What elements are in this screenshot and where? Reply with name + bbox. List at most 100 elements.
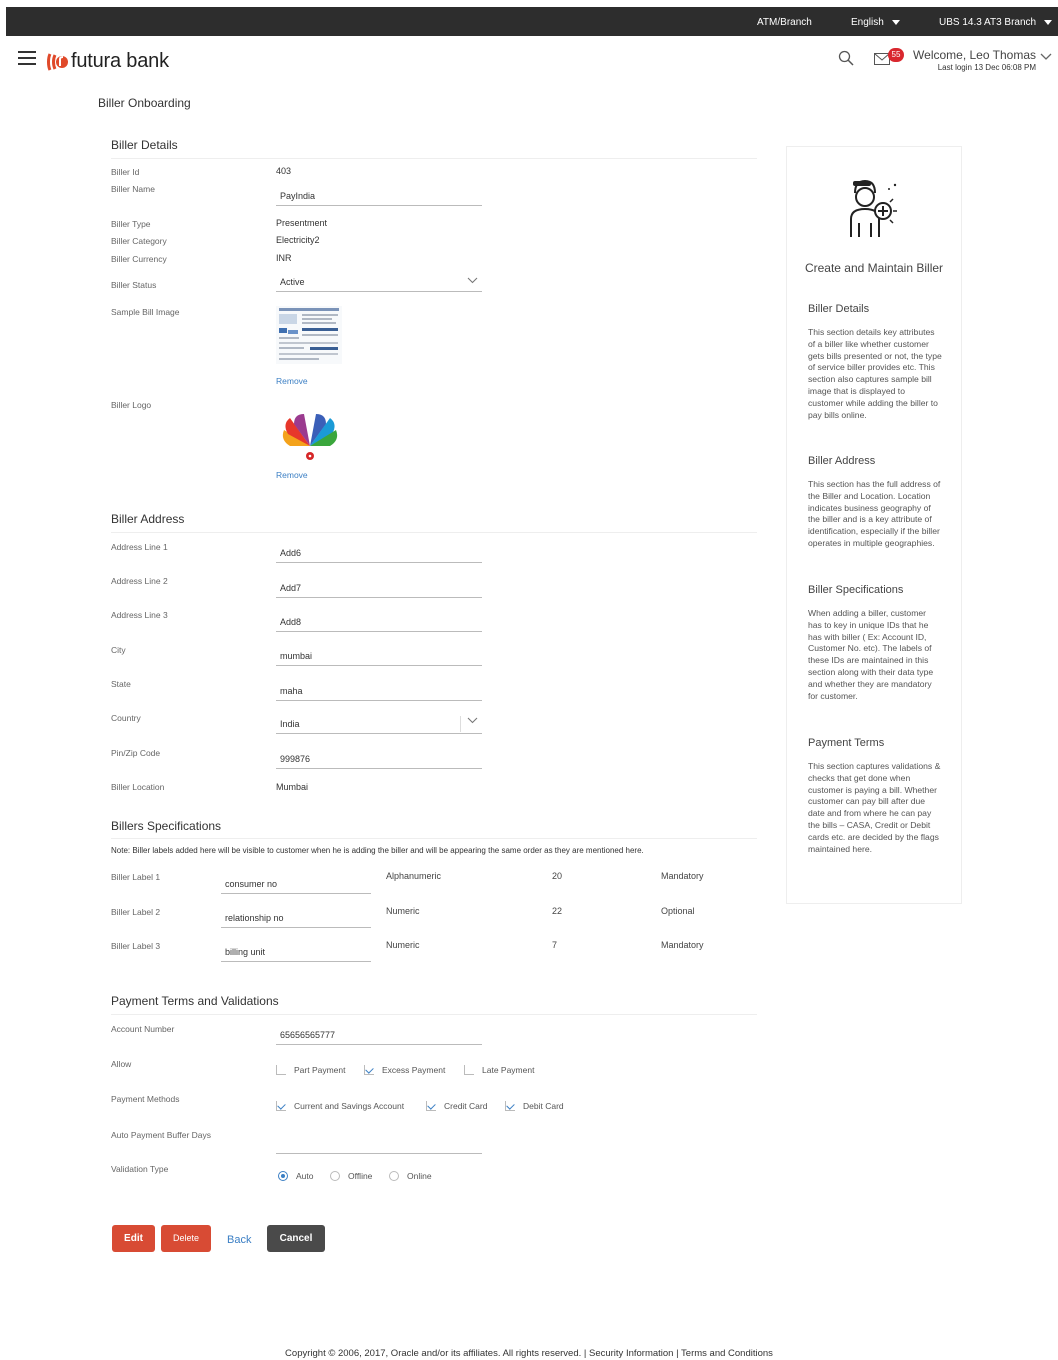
spec-requirement: Mandatory (661, 871, 704, 881)
cancel-button[interactable]: Cancel (267, 1225, 325, 1252)
help-title: Create and Maintain Biller (804, 261, 944, 275)
chevron-down-icon (467, 276, 478, 286)
city-input[interactable]: mumbai (276, 646, 482, 666)
radio-label: Offline (348, 1171, 373, 1181)
checkbox-label: Debit Card (523, 1101, 564, 1111)
address-line1-label: Address Line 1 (111, 542, 168, 552)
part-payment-checkbox[interactable]: Part Payment (276, 1065, 346, 1075)
atm-branch-link[interactable]: ATM/Branch (757, 17, 812, 28)
city-label: City (111, 645, 126, 655)
checkbox-unchecked-icon (276, 1065, 286, 1075)
biller-category-value: Electricity2 (276, 235, 320, 245)
address-line2-input[interactable]: Add7 (276, 578, 482, 598)
country-select[interactable]: India (276, 714, 482, 734)
spec-type: Alphanumeric (386, 871, 442, 881)
biller-type-label: Biller Type (111, 219, 151, 229)
radio-label: Auto (296, 1171, 314, 1181)
search-icon[interactable] (838, 50, 854, 69)
branch-selector[interactable]: UBS 14.3 AT3 Branch (939, 17, 1053, 28)
checkbox-checked-icon (276, 1101, 286, 1111)
help-section-text: This section has the full address of the… (808, 479, 941, 548)
offline-radio[interactable]: Offline (330, 1171, 372, 1181)
page-title: Biller Onboarding (98, 96, 191, 110)
help-section-title: Biller Details (808, 303, 870, 315)
radio-unselected-icon (389, 1171, 399, 1181)
help-section-text: This section captures validations & chec… (808, 761, 941, 854)
radio-unselected-icon (330, 1171, 340, 1181)
top-bar: ATM/Branch English UBS 14.3 AT3 Branch (6, 7, 1058, 36)
account-number-label: Account Number (111, 1024, 175, 1034)
spec-value-input[interactable]: billing unit (221, 942, 371, 962)
futura-logo-icon (46, 52, 68, 72)
biller-id-value: 403 (276, 166, 292, 176)
country-label: Country (111, 713, 141, 723)
pin-input[interactable]: 999876 (276, 749, 482, 769)
checkbox-label: Excess Payment (382, 1065, 446, 1075)
biller-name-label: Biller Name (111, 184, 155, 194)
section-title-specifications: Billers Specifications (111, 819, 222, 833)
credit-card-checkbox[interactable]: Credit Card (426, 1101, 487, 1111)
caret-down-icon (891, 19, 900, 25)
section-title-biller-address: Biller Address (111, 512, 185, 526)
divider (111, 1014, 757, 1015)
excess-payment-checkbox[interactable]: Excess Payment (364, 1065, 445, 1075)
last-login-text: Last login 13 Dec 06:08 PM (937, 63, 1036, 72)
chevron-down-icon[interactable] (1040, 53, 1052, 64)
divider (111, 158, 757, 159)
validation-type-label: Validation Type (111, 1164, 169, 1174)
biller-id-label: Biller Id (111, 167, 140, 177)
back-link[interactable]: Back (227, 1234, 251, 1246)
address-line3-input[interactable]: Add8 (276, 612, 482, 632)
biller-logo-label: Biller Logo (111, 400, 152, 410)
footer: Copyright © 2006, 2017, Oracle and/or it… (285, 1348, 773, 1359)
spec-length: 22 (552, 906, 563, 916)
biller-type-value: Presentment (276, 218, 328, 228)
radio-selected-icon (278, 1171, 288, 1181)
help-section-text: This section details key attributes of a… (808, 327, 942, 420)
address-line1-input[interactable]: Add6 (276, 543, 482, 563)
biller-status-label: Biller Status (111, 280, 157, 290)
spec-value-input[interactable]: relationship no (221, 908, 371, 928)
account-number-input[interactable]: 65656565777 (276, 1025, 482, 1045)
online-radio[interactable]: Online (389, 1171, 432, 1181)
caret-down-icon (1044, 19, 1053, 25)
sample-bill-image (276, 306, 342, 364)
spec-value-input[interactable]: consumer no (221, 874, 371, 894)
spec-label: Biller Label 1 (111, 872, 161, 882)
help-panel: Create and Maintain Biller Biller Detail… (786, 146, 962, 904)
brand-logo[interactable]: futura bank (46, 50, 169, 73)
debit-card-checkbox[interactable]: Debit Card (505, 1101, 564, 1111)
state-input[interactable]: maha (276, 681, 482, 701)
edit-button[interactable]: Edit (112, 1225, 155, 1252)
branch-label: UBS 14.3 AT3 Branch (939, 17, 1037, 28)
country-value: India (280, 719, 300, 729)
spec-length: 7 (552, 940, 558, 950)
checkbox-label: Credit Card (444, 1101, 488, 1111)
spec-label: Biller Label 2 (111, 907, 161, 917)
language-selector[interactable]: English (851, 17, 900, 28)
user-menu[interactable]: Welcome, Leo Thomas Last login 13 Dec 06… (913, 48, 1036, 72)
app-header: futura bank 55 Welcome, Leo Thomas Last … (6, 36, 1058, 86)
late-payment-checkbox[interactable]: Late Payment (464, 1065, 534, 1075)
checkbox-unchecked-icon (464, 1065, 474, 1075)
welcome-text: Welcome, Leo Thomas (913, 48, 1036, 62)
remove-biller-logo-link[interactable]: Remove (276, 470, 308, 480)
brand-name: futura bank (71, 50, 169, 72)
auto-radio[interactable]: Auto (278, 1171, 314, 1181)
biller-category-label: Biller Category (111, 236, 167, 246)
payment-methods-label: Payment Methods (111, 1094, 180, 1104)
checkbox-checked-icon (426, 1101, 436, 1111)
divider (111, 838, 757, 839)
biller-name-input[interactable]: PayIndia (276, 186, 482, 206)
location-value: Mumbai (276, 782, 309, 792)
remove-sample-bill-link[interactable]: Remove (276, 376, 308, 386)
spec-requirement: Mandatory (661, 940, 704, 950)
biller-status-value: Active (280, 277, 305, 287)
casa-checkbox[interactable]: Current and Savings Account (276, 1101, 404, 1111)
notification-badge: 55 (888, 48, 904, 62)
delete-button[interactable]: Delete (161, 1225, 211, 1252)
buffer-days-input[interactable] (276, 1134, 482, 1154)
biller-status-select[interactable]: Active (276, 272, 482, 292)
language-label: English (851, 17, 884, 28)
menu-icon[interactable] (18, 51, 36, 65)
